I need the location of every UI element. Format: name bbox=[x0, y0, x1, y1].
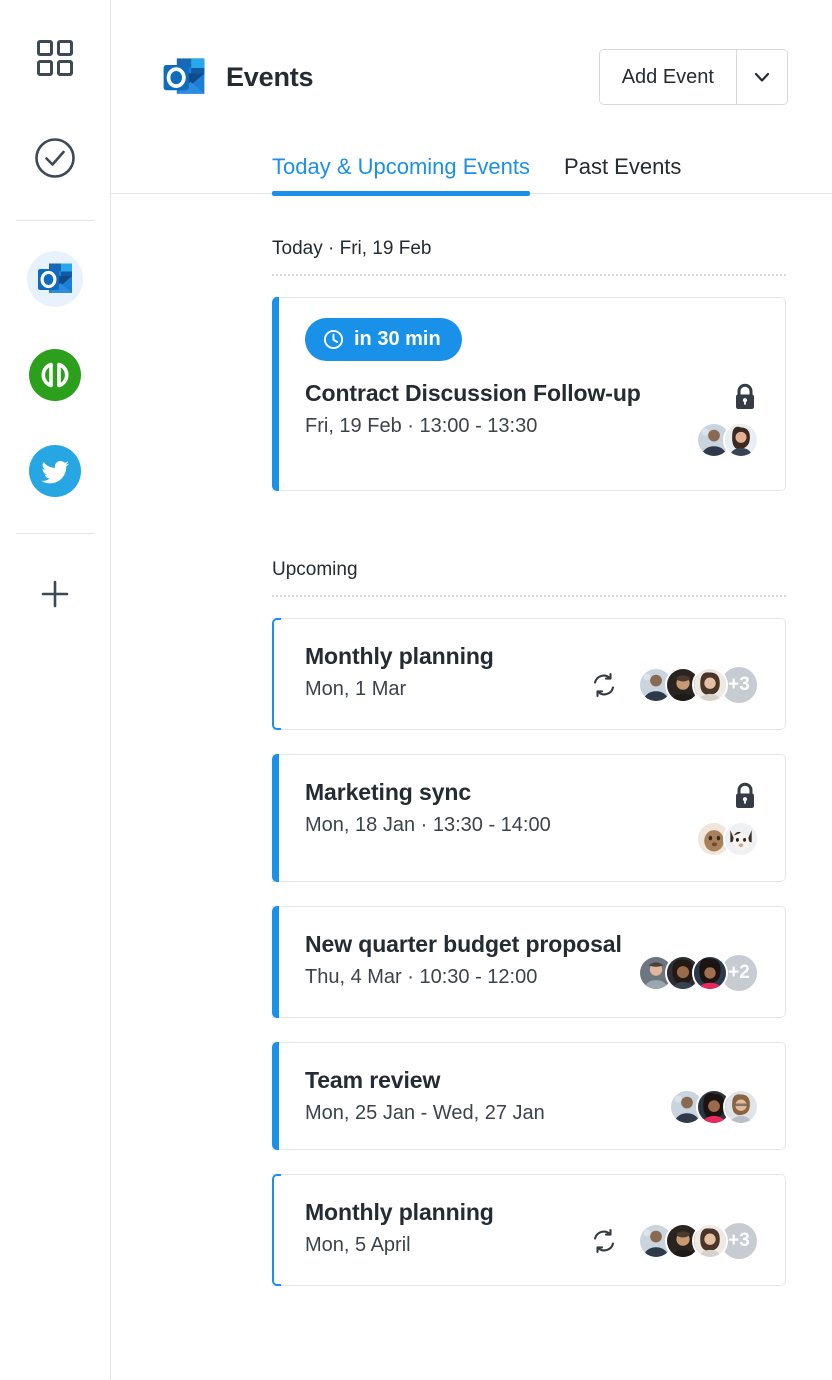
tab-bar: Today & Upcoming Events Past Events bbox=[111, 138, 832, 196]
app-root: Events Add Event Today & Upcoming Events… bbox=[0, 0, 832, 1380]
event-title: Monthly planning bbox=[305, 643, 494, 669]
event-body: Team review Mon, 25 Jan - Wed, 27 Jan bbox=[305, 1067, 759, 1125]
avatar bbox=[723, 821, 759, 857]
section-divider bbox=[272, 274, 786, 276]
event-meta: +2 bbox=[638, 931, 759, 993]
grid-icon bbox=[37, 40, 73, 76]
status-badge-label: in 30 min bbox=[354, 328, 441, 350]
event-accent-strip bbox=[272, 1174, 281, 1286]
event-card-team-review[interactable]: Team review Mon, 25 Jan - Wed, 27 Jan bbox=[272, 1042, 786, 1150]
event-card-contract-discussion-follow-up[interactable]: in 30 min Contract Discussion Follow-up … bbox=[272, 297, 786, 491]
recurring-icon bbox=[593, 672, 615, 698]
event-accent-strip bbox=[272, 618, 281, 730]
avatar bbox=[692, 667, 728, 703]
header-left: Events bbox=[160, 53, 314, 101]
quickbooks-icon bbox=[29, 349, 81, 401]
avatar bbox=[692, 1223, 728, 1259]
event-title: New quarter budget proposal bbox=[305, 931, 622, 957]
event-body: Marketing sync Mon, 18 Jan · 13:30 - 14:… bbox=[305, 779, 759, 857]
sidebar-divider-bottom bbox=[16, 533, 94, 534]
event-accent-strip bbox=[272, 754, 279, 882]
event-title: Marketing sync bbox=[305, 779, 472, 805]
tab-past-events[interactable]: Past Events bbox=[564, 154, 681, 193]
twitter-icon bbox=[29, 445, 81, 497]
attendee-avatars[interactable]: +2 bbox=[638, 953, 759, 993]
sidebar-item-outlook[interactable] bbox=[27, 251, 83, 307]
section-heading: Today · Fri, 19 Feb bbox=[272, 238, 432, 259]
plus-icon bbox=[41, 580, 69, 608]
sidebar-item-apps-grid[interactable] bbox=[27, 30, 83, 86]
event-texts: Contract Discussion Follow-up Fri, 19 Fe… bbox=[305, 380, 680, 438]
add-event-button[interactable]: Add Event bbox=[599, 50, 736, 104]
section-heading: Upcoming bbox=[272, 559, 358, 580]
event-body: Contract Discussion Follow-up Fri, 19 Fe… bbox=[305, 380, 759, 458]
page-header: Events Add Event bbox=[111, 0, 832, 106]
event-texts: Monthly planning Mon, 5 April bbox=[305, 1199, 574, 1257]
sidebar-item-quickbooks[interactable] bbox=[27, 347, 83, 403]
section-divider bbox=[272, 595, 786, 597]
event-meta: +3 bbox=[590, 643, 759, 705]
avatar bbox=[723, 1089, 759, 1125]
event-meta: +3 bbox=[590, 1199, 759, 1261]
lock-icon bbox=[736, 383, 754, 409]
tab-today-upcoming-events[interactable]: Today & Upcoming Events bbox=[272, 154, 531, 196]
event-accent-strip bbox=[272, 1042, 279, 1150]
sidebar-item-tasks[interactable] bbox=[27, 130, 83, 186]
add-event-dropdown-button[interactable] bbox=[736, 50, 787, 104]
attendee-avatars[interactable] bbox=[696, 422, 759, 458]
outlook-icon bbox=[163, 58, 205, 94]
event-card-marketing-sync[interactable]: Marketing sync Mon, 18 Jan · 13:30 - 14:… bbox=[272, 754, 786, 882]
event-meta bbox=[669, 1067, 759, 1125]
event-datetime: Mon, 25 Jan - Wed, 27 Jan bbox=[305, 1102, 545, 1124]
event-body: Monthly planning Mon, 5 April +3 bbox=[305, 1199, 759, 1261]
avatar bbox=[723, 422, 759, 458]
event-body: Monthly planning Mon, 1 Mar +3 bbox=[305, 643, 759, 705]
event-datetime: Mon, 1 Mar bbox=[305, 678, 407, 700]
event-texts: Monthly planning Mon, 1 Mar bbox=[305, 643, 574, 701]
event-card-new-quarter-budget-proposal[interactable]: New quarter budget proposal Thu, 4 Mar ·… bbox=[272, 906, 786, 1018]
event-title: Contract Discussion Follow-up bbox=[305, 380, 641, 406]
event-card-monthly-planning-1-mar[interactable]: Monthly planning Mon, 1 Mar +3 bbox=[272, 618, 786, 730]
sidebar-item-twitter[interactable] bbox=[27, 443, 83, 499]
section-upcoming: Upcoming Monthly planning Mon, 1 Mar +3 … bbox=[272, 515, 786, 1286]
events-content: Today · Fri, 19 Feb in 30 min Contract D bbox=[111, 194, 832, 1286]
event-card-monthly-planning-5-april[interactable]: Monthly planning Mon, 5 April +3 bbox=[272, 1174, 786, 1286]
event-datetime: Fri, 19 Feb · 13:00 - 13:30 bbox=[305, 415, 538, 437]
chevron-down-icon bbox=[754, 72, 770, 82]
event-accent-strip bbox=[272, 906, 279, 1018]
attendee-avatars[interactable]: +3 bbox=[638, 1221, 759, 1261]
event-accent-strip bbox=[272, 297, 279, 491]
sidebar-item-add-integration[interactable] bbox=[27, 566, 83, 622]
clock-icon bbox=[323, 329, 344, 350]
event-datetime: Mon, 18 Jan · 13:30 - 14:00 bbox=[305, 814, 551, 836]
add-event-button-group: Add Event bbox=[598, 49, 788, 105]
event-body: New quarter budget proposal Thu, 4 Mar ·… bbox=[305, 931, 759, 993]
event-texts: Team review Mon, 25 Jan - Wed, 27 Jan bbox=[305, 1067, 653, 1125]
event-title: Monthly planning bbox=[305, 1199, 494, 1225]
event-texts: Marketing sync Mon, 18 Jan · 13:30 - 14:… bbox=[305, 779, 680, 837]
status-badge: in 30 min bbox=[305, 318, 462, 361]
page-title: Events bbox=[226, 61, 314, 92]
event-datetime: Thu, 4 Mar · 10:30 - 12:00 bbox=[305, 966, 538, 988]
event-meta bbox=[696, 779, 759, 857]
avatar bbox=[692, 955, 728, 991]
sidebar bbox=[0, 0, 111, 1380]
section-today: Today · Fri, 19 Feb in 30 min Contract D bbox=[272, 194, 786, 491]
attendee-avatars[interactable] bbox=[696, 821, 759, 857]
main-panel: Events Add Event Today & Upcoming Events… bbox=[111, 0, 832, 1380]
outlook-icon bbox=[38, 263, 72, 293]
event-meta bbox=[696, 380, 759, 458]
attendee-avatars[interactable]: +3 bbox=[638, 665, 759, 705]
event-title: Team review bbox=[305, 1067, 441, 1093]
recurring-icon bbox=[593, 1228, 615, 1254]
check-circle-icon bbox=[35, 138, 75, 178]
lock-icon bbox=[736, 782, 754, 808]
sidebar-divider-top bbox=[16, 220, 94, 221]
attendee-avatars[interactable] bbox=[669, 1089, 759, 1125]
event-texts: New quarter budget proposal Thu, 4 Mar ·… bbox=[305, 931, 622, 989]
event-datetime: Mon, 5 April bbox=[305, 1234, 411, 1256]
